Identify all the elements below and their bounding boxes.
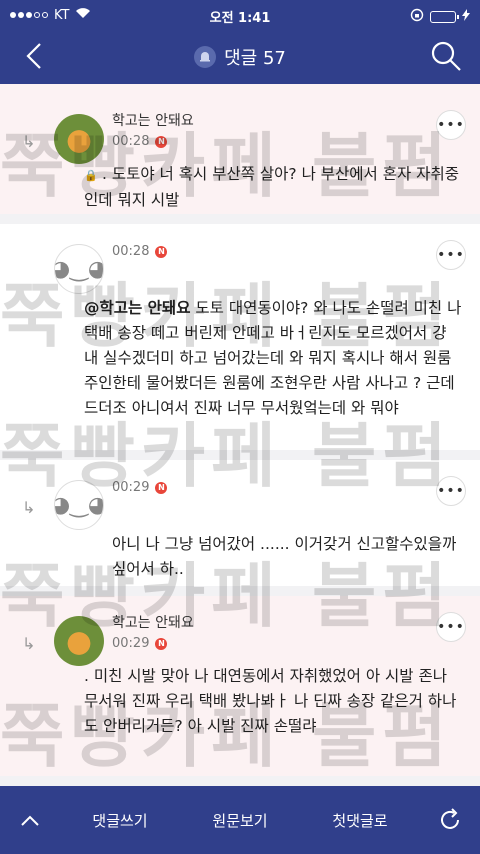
- status-right: [410, 8, 470, 26]
- comment-item: ◕‿◕ 00:28 N ••• @학고는 안돼요 도토 대연동이야? 와 나도 …: [0, 224, 480, 460]
- comment-time: 00:28: [112, 134, 150, 149]
- more-options-button[interactable]: •••: [436, 476, 466, 506]
- reply-arrow-icon: ↳: [22, 132, 36, 151]
- page-title: 댓글 57: [194, 44, 286, 70]
- comment-meta: 학고는 안돼요 00:28 N: [112, 110, 464, 154]
- new-badge: N: [155, 135, 168, 148]
- chevron-left-icon: [26, 43, 41, 69]
- comment-meta: 학고는 안돼요 00:29 N: [112, 612, 464, 656]
- new-badge: N: [155, 637, 168, 650]
- comment-time: 00:29: [112, 480, 150, 495]
- write-comment-button[interactable]: 댓글쓰기: [60, 810, 180, 831]
- comment-time: 00:29: [112, 636, 150, 651]
- comment-text: 아니 나 그냥 넘어갔어 ...... 이거갖거 신고할수있을까싶어서 하..: [112, 535, 457, 578]
- reply-arrow-icon: ↳: [22, 634, 36, 653]
- chevron-up-icon: [21, 815, 39, 826]
- comment-author[interactable]: 학고는 안돼요: [112, 612, 464, 632]
- avatar[interactable]: ◕‿◕: [54, 244, 104, 294]
- comment-timeline: 00:29 N: [112, 480, 464, 495]
- bell-icon: [194, 46, 217, 68]
- comment-author[interactable]: 학고는 안돼요: [112, 110, 464, 130]
- more-options-button[interactable]: •••: [436, 110, 466, 140]
- list-top-spacer: [0, 84, 480, 94]
- battery-icon: [430, 11, 459, 23]
- comment-item: ↳ ◕‿◕ 00:29 N ••• 아니 나 그냥 넘어갔어 ...... 이거…: [0, 460, 480, 596]
- bunny-icon: ◕‿◕: [55, 492, 104, 518]
- reply-arrow-icon: ↳: [22, 498, 36, 517]
- comment-item: ↳ 학고는 안돼요 00:29 N ••• . 미친 시발 맞아 나 대연동에서…: [0, 596, 480, 786]
- comment-list[interactable]: ↳ 학고는 안돼요 00:28 N ••• 🔒. 도토야 너 혹시 부산쪽 살아…: [0, 84, 480, 786]
- avatar[interactable]: [54, 616, 104, 666]
- refresh-icon: [441, 808, 459, 829]
- more-options-button[interactable]: •••: [436, 612, 466, 642]
- view-original-button[interactable]: 원문보기: [180, 810, 300, 831]
- comment-meta: 00:28 N: [112, 244, 464, 288]
- new-badge: N: [155, 245, 168, 258]
- avatar[interactable]: [54, 114, 104, 164]
- comment-meta: 00:29 N: [112, 480, 464, 524]
- charging-icon: [462, 9, 470, 25]
- comment-timeline: 00:28 N: [112, 134, 464, 149]
- comment-timeline: 00:28 N: [112, 244, 464, 259]
- comment-count-title: 댓글 57: [224, 48, 286, 69]
- comment-body: 🔒. 도토야 너 혹시 부산쪽 살아? 나 부산에서 혼자 자취중인데 뭐지 시…: [84, 162, 464, 213]
- status-time: 오전 1:41: [209, 11, 271, 26]
- comment-body: 아니 나 그냥 넘어갔어 ...... 이거갖거 신고할수있을까싶어서 하..: [112, 532, 464, 582]
- comment-text: . 미친 시발 맞아 나 대연동에서 자취했었어 아 시발 존나 무서워 진짜 …: [84, 667, 457, 735]
- first-comment-button[interactable]: 첫댓글로: [300, 810, 420, 831]
- comment-time: 00:28: [112, 244, 150, 259]
- search-icon: [431, 41, 461, 71]
- comment-timeline: 00:29 N: [112, 636, 464, 651]
- search-button[interactable]: [428, 38, 464, 74]
- title-bar: 댓글 57: [0, 30, 480, 84]
- more-options-button[interactable]: •••: [436, 240, 466, 270]
- comment-body: @학고는 안돼요 도토 대연동이야? 와 나도 손떨려 미친 나 택배 송장 떼…: [84, 296, 464, 421]
- lock-icon: 🔒: [84, 169, 98, 182]
- new-badge: N: [155, 481, 168, 494]
- comment-item: ↳ 학고는 안돼요 00:28 N ••• 🔒. 도토야 너 혹시 부산쪽 살아…: [0, 94, 480, 224]
- back-button[interactable]: [18, 38, 54, 74]
- refresh-button[interactable]: [420, 807, 480, 833]
- mention-link[interactable]: @학고는 안돼요: [84, 299, 190, 317]
- comment-body: . 미친 시발 맞아 나 대연동에서 자취했었어 아 시발 존나 무서워 진짜 …: [84, 664, 464, 739]
- app-header: KT 오전 1:41 댓글 57: [0, 0, 480, 84]
- scroll-top-button[interactable]: [0, 813, 60, 827]
- bunny-icon: ◕‿◕: [55, 256, 104, 282]
- status-bar: KT 오전 1:41: [0, 0, 480, 30]
- bottom-toolbar: 댓글쓰기 원문보기 첫댓글로: [0, 786, 480, 854]
- rotation-lock-icon: [410, 8, 424, 26]
- avatar[interactable]: ◕‿◕: [54, 480, 104, 530]
- comment-text: . 도토야 너 혹시 부산쪽 살아? 나 부산에서 혼자 자취중인데 뭐지 시발: [84, 165, 459, 209]
